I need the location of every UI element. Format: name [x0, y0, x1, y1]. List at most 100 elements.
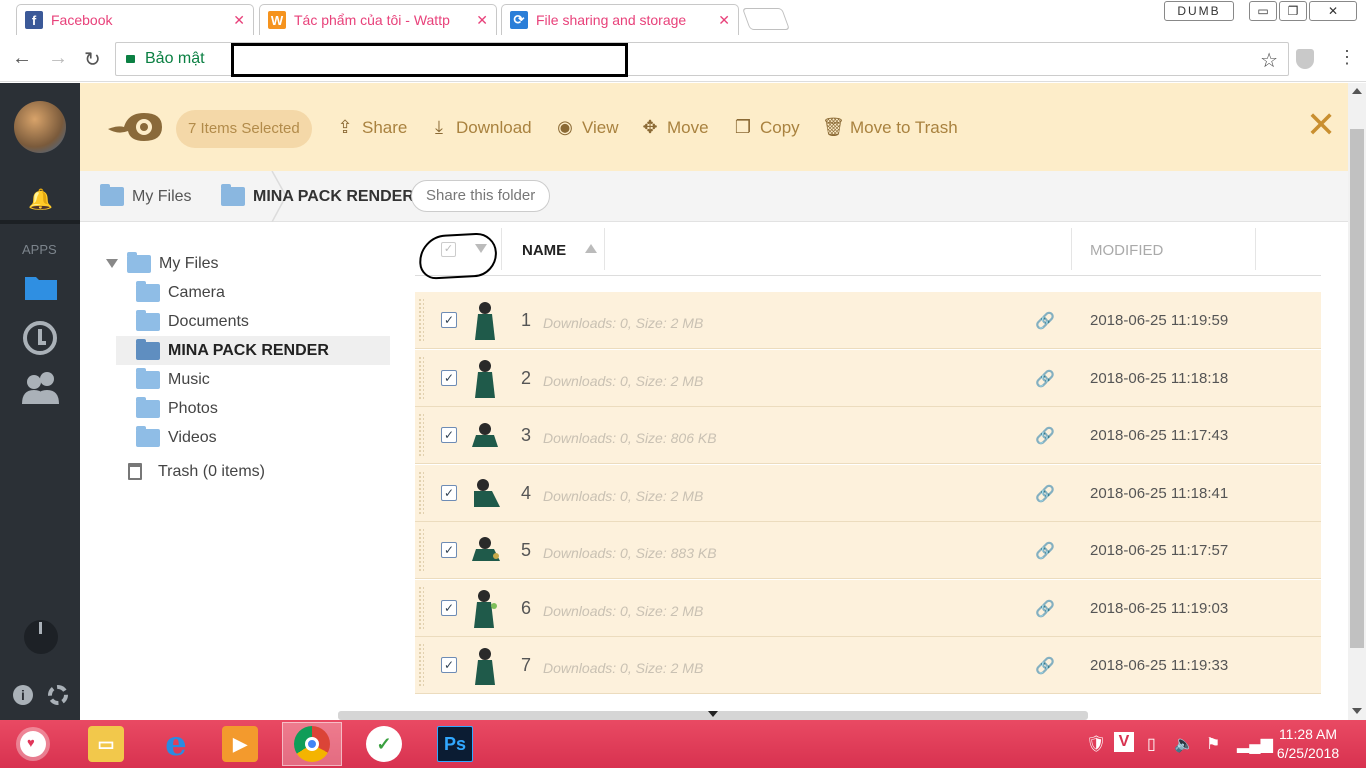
avatar[interactable] — [14, 101, 66, 153]
folder-icon[interactable] — [24, 273, 58, 301]
back-arrow-icon[interactable]: ← — [12, 47, 32, 70]
row-checkbox[interactable]: ✓ — [441, 427, 457, 443]
clock-icon[interactable] — [23, 321, 57, 355]
taskbar-media-player[interactable]: ▶ — [210, 722, 270, 766]
row-checkbox[interactable]: ✓ — [441, 370, 457, 386]
tree-item-videos[interactable]: Videos — [136, 423, 217, 452]
drag-handle[interactable] — [418, 413, 424, 457]
close-tab-icon[interactable]: ✕ — [233, 12, 245, 29]
row-checkbox[interactable]: ✓ — [441, 485, 457, 501]
vietkey-icon[interactable]: V — [1114, 732, 1134, 752]
close-tab-icon[interactable]: ✕ — [476, 12, 488, 29]
move-button[interactable]: ✥ Move — [639, 117, 708, 138]
table-row[interactable]: ✓ 3 Downloads: 0, Size: 806 KB 🔗 2018-06… — [415, 407, 1321, 464]
breadcrumb-my-files[interactable]: My Files — [100, 184, 192, 206]
tab-file-sharing[interactable]: ⟳ File sharing and storage ✕ — [501, 4, 739, 35]
restore-button[interactable]: ❐ — [1279, 1, 1307, 21]
table-row[interactable]: ✓ 1 Downloads: 0, Size: 2 MB 🔗 2018-06-2… — [415, 292, 1321, 349]
drag-handle[interactable] — [418, 528, 424, 572]
info-icon[interactable]: i — [13, 685, 33, 705]
share-button[interactable]: ⇪ Share — [334, 117, 407, 138]
link-icon[interactable]: 🔗 — [1035, 484, 1055, 504]
taskbar-file-explorer[interactable]: ▭ — [76, 722, 136, 766]
link-icon[interactable]: 🔗 — [1035, 311, 1055, 331]
row-checkbox[interactable]: ✓ — [441, 312, 457, 328]
address-bar[interactable]: Bảo mật ☆ — [115, 42, 1289, 77]
link-icon[interactable]: 🔗 — [1035, 656, 1055, 676]
close-tab-icon[interactable]: ✕ — [718, 12, 730, 29]
link-icon[interactable]: 🔗 — [1035, 541, 1055, 561]
battery-icon[interactable]: ▯ — [1147, 734, 1156, 754]
tab-wattpad[interactable]: W Tác phẩm của tôi - Wattp ✕ — [259, 4, 497, 35]
tree-item-my-files[interactable]: My Files — [106, 249, 219, 278]
link-icon[interactable]: 🔗 — [1035, 369, 1055, 389]
table-row[interactable]: ✓ 6 Downloads: 0, Size: 2 MB 🔗 2018-06-2… — [415, 580, 1321, 637]
users-icon[interactable] — [22, 370, 60, 404]
power-icon[interactable] — [24, 620, 58, 654]
file-name[interactable]: 1 — [521, 310, 531, 331]
vertical-scrollbar-thumb[interactable] — [1350, 129, 1364, 648]
tree-item-music[interactable]: Music — [136, 365, 210, 394]
security-shield-icon[interactable]: 🛡 — [1086, 734, 1106, 754]
file-name[interactable]: 5 — [521, 540, 531, 561]
table-row[interactable]: ✓ 4 Downloads: 0, Size: 2 MB 🔗 2018-06-2… — [415, 465, 1321, 522]
shield-extension-icon[interactable] — [1296, 49, 1314, 69]
row-checkbox[interactable]: ✓ — [441, 657, 457, 673]
bookmark-star-icon[interactable]: ☆ — [1260, 48, 1278, 73]
drag-handle[interactable] — [418, 586, 424, 630]
share-folder-button[interactable]: Share this folder — [411, 180, 551, 212]
file-name[interactable]: 7 — [521, 655, 531, 676]
tree-item-mina-pack-render[interactable]: MINA PACK RENDER — [116, 336, 390, 365]
new-tab-button[interactable] — [741, 8, 791, 30]
download-button[interactable]: ⤓ Download — [428, 117, 532, 138]
file-name[interactable]: 2 — [521, 368, 531, 389]
drag-handle[interactable] — [418, 298, 424, 342]
taskbar-clock[interactable]: 11:28 AM 6/25/2018 — [1268, 725, 1348, 763]
row-checkbox[interactable]: ✓ — [441, 542, 457, 558]
security-indicator[interactable]: Bảo mật — [126, 50, 205, 68]
reload-icon[interactable]: ↻ — [84, 47, 101, 72]
taskbar-internet-explorer[interactable]: e — [146, 722, 206, 766]
volume-icon[interactable]: 🔈 — [1174, 734, 1194, 754]
link-icon[interactable]: 🔗 — [1035, 426, 1055, 446]
drag-handle[interactable] — [418, 471, 424, 515]
taskbar-coccoc[interactable]: ✓ — [354, 722, 414, 766]
tree-item-trash[interactable]: Trash (0 items) — [128, 457, 265, 486]
bell-icon[interactable]: 🔔 — [28, 187, 53, 211]
drag-handle[interactable] — [418, 643, 424, 687]
tree-item-photos[interactable]: Photos — [136, 394, 218, 423]
column-header-name[interactable]: NAME — [522, 242, 566, 259]
file-name[interactable]: 3 — [521, 425, 531, 446]
row-checkbox[interactable]: ✓ — [441, 600, 457, 616]
table-row[interactable]: ✓ 7 Downloads: 0, Size: 2 MB 🔗 2018-06-2… — [415, 637, 1321, 694]
move-to-trash-button[interactable]: 🗑 Move to Trash — [822, 117, 958, 138]
drag-handle[interactable] — [418, 356, 424, 400]
copy-button[interactable]: ❐ Copy — [732, 117, 800, 138]
tree-item-documents[interactable]: Documents — [136, 307, 249, 336]
table-row[interactable]: ✓ 5 Downloads: 0, Size: 883 KB 🔗 2018-06… — [415, 522, 1321, 579]
forward-arrow-icon[interactable]: → — [48, 47, 68, 70]
tree-item-camera[interactable]: Camera — [136, 278, 225, 307]
expand-triangle-icon[interactable] — [106, 259, 118, 268]
taskbar-photoshop[interactable]: Ps — [425, 722, 485, 766]
help-icon[interactable] — [48, 685, 68, 705]
scroll-down-arrow-icon[interactable] — [1352, 708, 1362, 714]
profile-button[interactable]: DUMB — [1164, 1, 1234, 21]
file-name[interactable]: 6 — [521, 598, 531, 619]
scroll-down-arrow-icon[interactable] — [708, 711, 718, 717]
sort-ascending-icon[interactable] — [585, 244, 597, 253]
tab-facebook[interactable]: f Facebook ✕ — [16, 4, 254, 35]
view-button[interactable]: ◉ View — [554, 117, 618, 138]
action-center-flag-icon[interactable]: ⚑ — [1206, 734, 1220, 754]
close-selection-icon[interactable]: ✕ — [1306, 107, 1336, 143]
scroll-up-arrow-icon[interactable] — [1352, 88, 1362, 94]
browser-menu-icon[interactable]: ⋮ — [1338, 47, 1356, 68]
breadcrumb-current-folder[interactable]: MINA PACK RENDER — [221, 184, 414, 206]
taskbar-chrome[interactable] — [282, 722, 342, 766]
file-name[interactable]: 4 — [521, 483, 531, 504]
start-button[interactable] — [20, 731, 46, 757]
close-window-button[interactable]: ✕ — [1309, 1, 1357, 21]
table-row[interactable]: ✓ 2 Downloads: 0, Size: 2 MB 🔗 2018-06-2… — [415, 350, 1321, 407]
minimize-button[interactable]: ▭ — [1249, 1, 1277, 21]
link-icon[interactable]: 🔗 — [1035, 599, 1055, 619]
